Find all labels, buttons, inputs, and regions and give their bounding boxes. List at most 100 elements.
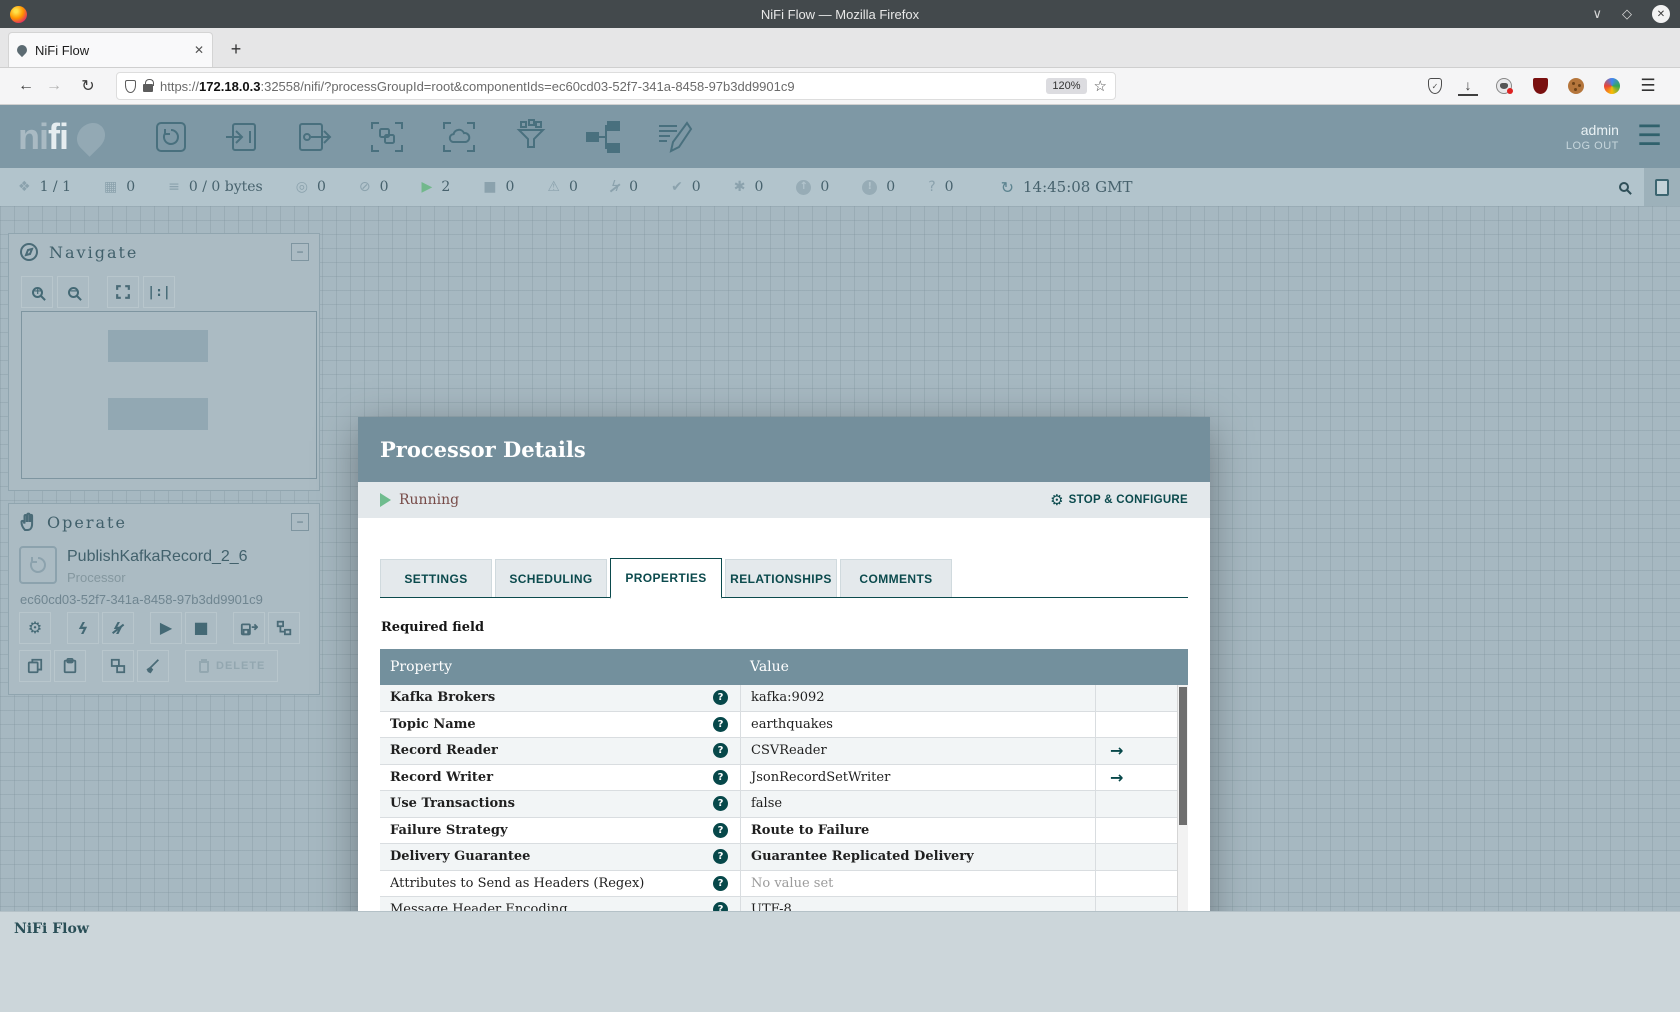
downloads-icon[interactable]: ↓	[1458, 76, 1478, 96]
url-text[interactable]: https://172.18.0.3:32558/nifi/?processGr…	[160, 79, 1039, 94]
bookmark-star-icon[interactable]: ☆	[1094, 77, 1107, 95]
dialog-status-row: Running ⚙ STOP & CONFIGURE	[358, 482, 1210, 518]
process-group-icon[interactable]	[368, 119, 406, 155]
url-bar[interactable]: https://172.18.0.3:32558/nifi/?processGr…	[116, 72, 1116, 100]
birdseye-minimap[interactable]	[21, 311, 317, 479]
property-value[interactable]: JsonRecordSetWriter	[740, 764, 1095, 790]
collapse-operate-icon[interactable]: −	[291, 513, 309, 531]
reload-button[interactable]: ↻	[74, 72, 102, 100]
zoom-out-button[interactable]: −	[57, 276, 89, 308]
refresh-icon[interactable]: ↻	[1001, 178, 1014, 197]
stat-threads-count: 0	[126, 179, 136, 195]
configuration-button[interactable]: ⚙	[19, 612, 51, 644]
funnel-icon[interactable]	[512, 118, 550, 155]
property-value[interactable]: No value set	[740, 870, 1095, 896]
help-icon[interactable]: ?	[713, 875, 728, 891]
collapse-navigate-icon[interactable]: −	[291, 243, 309, 261]
help-icon[interactable]: ?	[713, 796, 728, 812]
zoom-in-button[interactable]: +	[21, 276, 53, 308]
help-icon[interactable]: ?	[713, 743, 728, 759]
tracking-shield-icon[interactable]	[125, 79, 136, 93]
goto-service-icon[interactable]: →	[1096, 768, 1123, 787]
page-zoom-badge[interactable]: 120%	[1046, 78, 1087, 94]
ublock-extension-icon[interactable]	[1532, 78, 1548, 94]
property-value[interactable]: kafka:9092	[740, 685, 1095, 711]
stat-stale: ↑ 0	[796, 179, 829, 195]
help-icon[interactable]: ?	[713, 849, 728, 865]
start-button[interactable]: ▶	[150, 612, 182, 644]
threads-icon: ▦	[104, 179, 118, 195]
logout-link[interactable]: LOG OUT	[1566, 140, 1619, 152]
pocket-shield-icon[interactable]: ✓	[1428, 78, 1442, 94]
property-row: Topic Name? earthquakes	[380, 711, 1188, 738]
property-value[interactable]: Route to Failure	[740, 817, 1095, 843]
stat-locally-modified: ✱ 0	[734, 179, 764, 195]
extension-proxy-icon[interactable]	[1496, 78, 1513, 94]
cluster-icon: ❖	[18, 179, 31, 195]
help-icon[interactable]: ?	[713, 716, 728, 732]
zoom-actual-size-button[interactable]: |:|	[143, 276, 175, 308]
window-minimize-icon[interactable]: ∨	[1592, 6, 1602, 22]
paste-button[interactable]	[54, 650, 86, 682]
new-tab-button[interactable]: +	[221, 34, 251, 64]
run-status-label: Running	[399, 492, 460, 508]
stat-disabled: ϟ0	[611, 179, 638, 195]
breadcrumb[interactable]: NiFi Flow	[14, 921, 89, 937]
tab-close-icon[interactable]: ✕	[194, 43, 204, 57]
browser-menu-icon[interactable]: ☰	[1638, 76, 1658, 96]
help-icon[interactable]: ?	[713, 769, 728, 785]
delete-button[interactable]: DELETE	[185, 650, 279, 682]
property-row: Failure Strategy? Route to Failure	[380, 817, 1188, 844]
nifi-drop-icon	[71, 116, 111, 157]
property-row: Use Transactions? false	[380, 791, 1188, 818]
nifi-favicon-icon	[14, 42, 30, 58]
label-icon[interactable]	[656, 119, 694, 155]
stop-button[interactable]: ■	[185, 612, 217, 644]
help-icon[interactable]: ?	[713, 822, 728, 838]
window-maximize-icon[interactable]: ◇	[1622, 6, 1632, 22]
help-icon[interactable]: ?	[713, 690, 728, 706]
panel-toggle-button[interactable]	[1644, 168, 1680, 206]
scrollbar-thumb[interactable]	[1179, 687, 1187, 825]
enable-button[interactable]: ϟ	[67, 612, 99, 644]
disable-button[interactable]: ϟ	[102, 612, 134, 644]
save-template-button[interactable]	[233, 612, 265, 644]
property-value[interactable]: Guarantee Replicated Delivery	[740, 844, 1095, 870]
stat-transmitting-count: 0	[316, 179, 326, 195]
window-close-icon[interactable]: ✕	[1652, 5, 1670, 23]
browser-tab[interactable]: NiFi Flow ✕	[8, 32, 213, 67]
remote-process-group-icon[interactable]	[440, 119, 478, 155]
property-value[interactable]: earthquakes	[740, 711, 1095, 737]
input-port-icon[interactable]	[224, 119, 262, 155]
forward-button[interactable]: →	[40, 72, 68, 100]
tab-settings[interactable]: SETTINGS	[380, 559, 492, 597]
stat-queued-count: 0 / 0 bytes	[188, 179, 263, 195]
property-value[interactable]: false	[740, 791, 1095, 817]
tab-comments[interactable]: COMMENTS	[840, 559, 952, 597]
group-button[interactable]	[102, 650, 134, 682]
stat-invalid: ⚠ 0	[547, 179, 577, 195]
copy-button[interactable]	[19, 650, 51, 682]
color-button[interactable]	[137, 650, 169, 682]
zoom-fit-button[interactable]	[107, 276, 139, 308]
flow-canvas[interactable]: Navigate − + − |:| Operate − PublishKafk…	[0, 206, 1680, 1012]
cookie-extension-icon[interactable]	[1568, 78, 1584, 94]
upload-template-button[interactable]	[268, 612, 300, 644]
tab-relationships[interactable]: RELATIONSHIPS	[725, 559, 837, 597]
output-port-icon[interactable]	[296, 119, 334, 155]
search-button[interactable]	[1604, 168, 1644, 206]
tab-scheduling[interactable]: SCHEDULING	[495, 559, 607, 597]
template-icon[interactable]	[584, 119, 622, 155]
back-button[interactable]: ←	[12, 72, 40, 100]
extension-pinwheel-icon[interactable]	[1604, 78, 1620, 94]
minimap-processor-rect	[108, 330, 208, 362]
tab-title: NiFi Flow	[35, 42, 90, 58]
stop-and-configure-button[interactable]: ⚙ STOP & CONFIGURE	[1050, 491, 1188, 509]
lock-icon[interactable]	[143, 79, 154, 92]
goto-service-icon[interactable]: →	[1096, 741, 1123, 760]
tab-properties[interactable]: PROPERTIES	[610, 558, 722, 599]
property-value[interactable]: CSVReader	[740, 738, 1095, 764]
global-menu-icon[interactable]: ☰	[1637, 122, 1662, 150]
stat-disabled-count: 0	[629, 179, 639, 195]
processor-icon[interactable]	[152, 119, 190, 155]
